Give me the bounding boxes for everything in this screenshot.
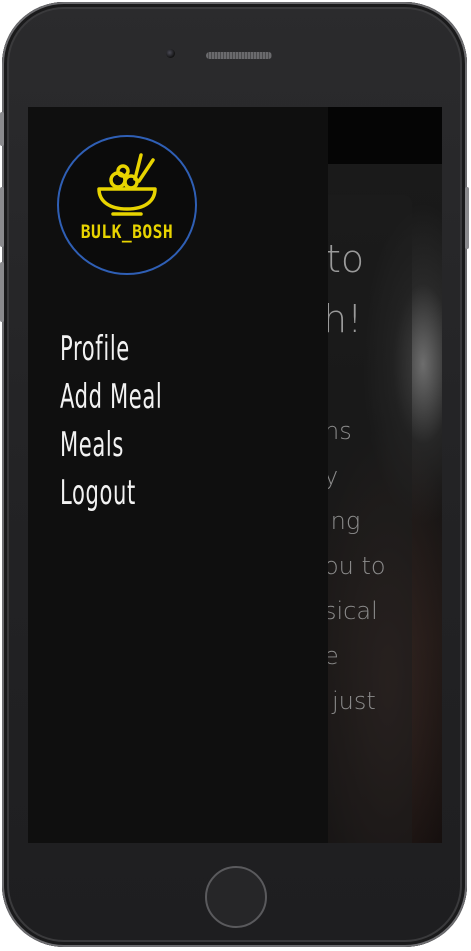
- welcome-heading-line-2: h!: [323, 297, 363, 341]
- volume-down-button: [0, 262, 4, 322]
- home-button[interactable]: [205, 866, 267, 928]
- nav-item-add-meal[interactable]: Add Meal: [60, 373, 162, 421]
- brand-logo[interactable]: BULK_BOSH: [57, 135, 197, 275]
- earpiece-speaker: [206, 52, 272, 59]
- welcome-body-line: sical: [324, 597, 378, 625]
- nav-item-meals[interactable]: Meals: [60, 421, 162, 469]
- power-button: [465, 187, 469, 249]
- brand-logo-text: BULK_BOSH: [80, 221, 174, 243]
- volume-up-button: [0, 187, 4, 247]
- phone-screen: to h! ns y ing ou to sical e just BULK_B…: [28, 107, 442, 843]
- nav-item-profile[interactable]: Profile: [60, 325, 162, 373]
- mute-switch: [0, 112, 4, 146]
- food-bowl-icon: [97, 153, 157, 216]
- welcome-body-line: just: [332, 687, 376, 715]
- welcome-body-line: ns: [324, 417, 352, 445]
- nav-item-logout[interactable]: Logout: [60, 469, 162, 517]
- welcome-body-line: ing: [324, 507, 361, 535]
- welcome-body-line: ou to: [324, 552, 386, 580]
- drawer-nav-menu: Profile Add Meal Meals Logout: [60, 325, 225, 517]
- front-camera: [166, 49, 175, 58]
- navigation-drawer: BULK_BOSH Profile Add Meal Meals Logout: [28, 107, 328, 843]
- welcome-heading-line-1: to: [326, 237, 365, 281]
